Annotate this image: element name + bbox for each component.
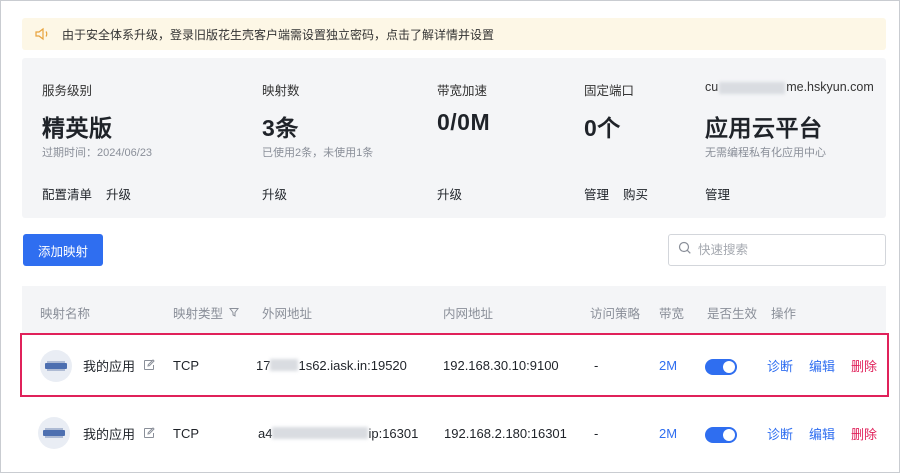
- edit-link[interactable]: 编辑: [809, 423, 835, 443]
- cloud-domain-label: cu me.hskyun.com: [705, 80, 874, 94]
- col-name: 映射名称: [40, 307, 91, 321]
- table-header: 映射名称 映射类型 外网地址 内网地址 访问策略 带宽 是否生效 操作: [22, 286, 886, 334]
- redacted-text: [719, 81, 786, 94]
- upgrade-mappings-link[interactable]: 升级: [262, 184, 287, 203]
- col-type[interactable]: 映射类型: [173, 303, 240, 322]
- redacted-text: [270, 359, 299, 371]
- security-notice-banner[interactable]: 由于安全体系升级，登录旧版花生壳客户端需设置独立密码，点击了解详情并设置: [22, 18, 886, 50]
- upgrade-bandwidth-link[interactable]: 升级: [437, 184, 462, 203]
- mapping-usage: 已使用2条，未使用1条: [262, 147, 374, 159]
- col-external-address: 外网地址: [262, 307, 313, 321]
- edit-link[interactable]: 编辑: [809, 355, 835, 375]
- account-stats-panel: 服务级别 精英版 过期时间：2024/06/23 配置清单 升级 映射数 3条 …: [22, 58, 886, 218]
- service-level-label: 服务级别: [42, 84, 93, 98]
- mapping-name: 我的应用: [83, 358, 136, 374]
- col-internal-address: 内网地址: [443, 307, 494, 321]
- notice-text: 由于安全体系升级，登录旧版花生壳客户端需设置独立密码，点击了解详情并设置: [62, 27, 495, 42]
- diagnose-link[interactable]: 诊断: [767, 423, 793, 443]
- col-bandwidth: 带宽: [659, 307, 685, 321]
- service-level-value: 精英版: [42, 115, 113, 141]
- col-enabled: 是否生效: [707, 307, 758, 321]
- internal-address: 192.168.2.180:16301: [444, 425, 567, 441]
- buy-ports-link[interactable]: 购买: [623, 184, 648, 203]
- search-input[interactable]: [698, 243, 878, 257]
- mapping-count-label: 映射数: [262, 84, 300, 98]
- upgrade-service-link[interactable]: 升级: [106, 184, 131, 203]
- col-actions: 操作: [771, 307, 797, 321]
- manage-ports-link[interactable]: 管理: [584, 184, 609, 203]
- access-policy: -: [594, 425, 599, 441]
- expiry-date: 过期时间：2024/06/23: [42, 147, 153, 159]
- delete-link[interactable]: 删除: [851, 423, 877, 443]
- col-access-policy: 访问策略: [590, 307, 641, 321]
- diagnose-link[interactable]: 诊断: [767, 355, 793, 375]
- edit-name-icon[interactable]: [143, 359, 155, 371]
- bandwidth-link[interactable]: 2M: [659, 423, 677, 443]
- table-row[interactable]: 我的应用 TCP a4 ip:16301 192.168.2.180:16301 …: [22, 401, 886, 465]
- config-list-link[interactable]: 配置清单: [42, 184, 92, 203]
- fixed-ports-label: 固定端口: [584, 84, 635, 98]
- delete-link[interactable]: 删除: [851, 355, 877, 375]
- cloud-platform-desc: 无需编程私有化应用中心: [705, 147, 826, 159]
- add-mapping-button[interactable]: 添加映射: [23, 234, 103, 266]
- external-address[interactable]: a4 ip:16301: [258, 423, 418, 443]
- enabled-toggle[interactable]: [705, 359, 737, 375]
- mapping-type: TCP: [173, 357, 199, 373]
- app-avatar: [40, 350, 72, 382]
- app-avatar: [38, 417, 70, 449]
- internal-address: 192.168.30.10:9100: [443, 357, 559, 373]
- quick-search[interactable]: [668, 234, 886, 266]
- redacted-text: [272, 427, 369, 439]
- speaker-icon: [34, 27, 52, 41]
- cloud-platform-value: 应用云平台: [705, 115, 823, 141]
- bandwidth-label: 带宽加速: [437, 84, 488, 98]
- mapping-type: TCP: [173, 425, 199, 441]
- bandwidth-value: 0/0M: [437, 109, 491, 135]
- filter-icon[interactable]: [229, 306, 240, 320]
- edit-name-icon[interactable]: [143, 427, 155, 439]
- search-icon: [678, 241, 692, 260]
- enabled-toggle[interactable]: [705, 427, 737, 443]
- access-policy: -: [594, 357, 599, 373]
- bandwidth-link[interactable]: 2M: [659, 355, 677, 375]
- manage-cloud-link[interactable]: 管理: [705, 184, 730, 203]
- external-address[interactable]: 17 1s62.iask.in:19520: [256, 355, 407, 375]
- mapping-name: 我的应用: [83, 426, 136, 442]
- mapping-count-value: 3条: [262, 115, 299, 141]
- table-row[interactable]: 我的应用 TCP 17 1s62.iask.in:19520 192.168.30…: [20, 333, 889, 397]
- fixed-ports-value: 0个: [584, 115, 621, 141]
